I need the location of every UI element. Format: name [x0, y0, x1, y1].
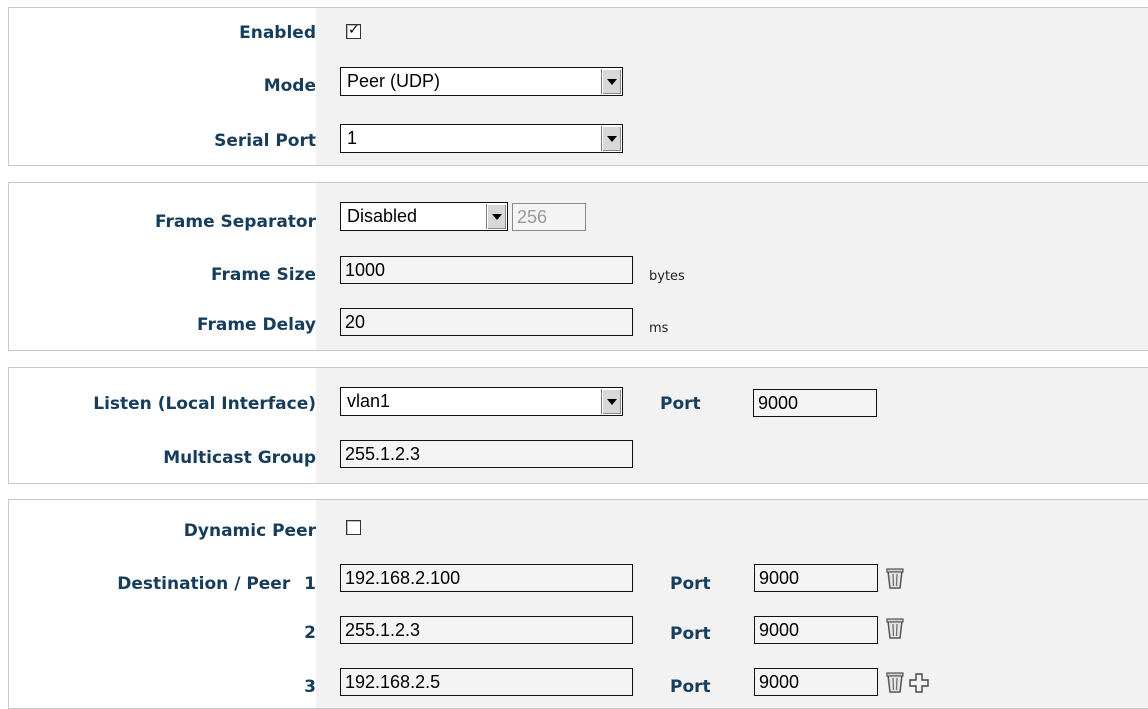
chevron-down-icon — [601, 126, 621, 151]
dynamic-peer-checkbox[interactable] — [346, 520, 361, 535]
peer-address-input[interactable]: 255.1.2.3 — [340, 616, 633, 644]
listen-port-input[interactable]: 9000 — [753, 389, 877, 417]
peer-index-2: 2 — [304, 623, 316, 643]
framing-section: Frame Separator Frame Size Frame Delay D… — [8, 182, 1148, 351]
listen-interface-select[interactable]: vlan1 — [340, 387, 623, 416]
general-section: Enabled Mode Serial Port ✓ Peer (UDP) 1 — [8, 7, 1148, 166]
mode-select[interactable]: Peer (UDP) — [340, 67, 623, 96]
frame-separator-label: Frame Separator — [154, 212, 316, 232]
listen-section: Listen (Local Interface) Multicast Group… — [8, 367, 1148, 484]
chevron-down-icon — [486, 204, 506, 229]
peer-port-input[interactable]: 9000 — [754, 564, 878, 592]
enabled-checkbox[interactable]: ✓ — [346, 22, 361, 39]
mode-label: Mode — [263, 76, 316, 96]
frame-delay-label: Frame Delay — [196, 315, 316, 335]
peer-port-label: Port — [670, 574, 711, 594]
checkmark-icon: ✓ — [348, 22, 360, 38]
frame-separator-char-input[interactable]: 256 — [512, 203, 586, 231]
chevron-down-icon — [601, 69, 621, 94]
peers-section: Dynamic Peer Destination / Peer 1 2 3 19… — [8, 499, 1148, 709]
frame-size-label: Frame Size — [210, 265, 316, 285]
peer-index-1: 1 — [304, 574, 316, 594]
frame-size-input[interactable]: 1000 — [340, 256, 633, 284]
multicast-group-label: Multicast Group — [163, 448, 316, 468]
peer-address-input[interactable]: 192.168.2.100 — [340, 564, 633, 592]
listen-interface-label: Listen (Local Interface) — [93, 394, 316, 414]
serial-port-label: Serial Port — [214, 131, 316, 151]
serial-port-select[interactable]: 1 — [340, 124, 623, 153]
plus-icon[interactable] — [908, 672, 930, 694]
peer-index-3: 3 — [304, 677, 316, 697]
listen-port-label: Port — [660, 394, 701, 414]
destination-peer-label: Destination / Peer 1 — [117, 574, 316, 594]
trash-icon[interactable] — [885, 670, 905, 694]
peer-port-input[interactable]: 9000 — [754, 668, 878, 696]
enabled-label: Enabled — [239, 23, 316, 43]
frame-delay-unit: ms — [649, 321, 669, 336]
frame-size-unit: bytes — [649, 269, 685, 284]
frame-delay-input[interactable]: 20 — [340, 308, 633, 336]
chevron-down-icon — [601, 389, 621, 414]
peer-port-input[interactable]: 9000 — [754, 616, 878, 644]
peer-port-label: Port — [670, 624, 711, 644]
frame-separator-select[interactable]: Disabled — [340, 202, 508, 231]
multicast-group-input[interactable]: 255.1.2.3 — [340, 440, 633, 468]
peer-port-label: Port — [670, 677, 711, 697]
trash-icon[interactable] — [885, 616, 905, 640]
peer-address-input[interactable]: 192.168.2.5 — [340, 668, 633, 696]
trash-icon[interactable] — [885, 566, 905, 590]
dynamic-peer-label: Dynamic Peer — [183, 521, 316, 541]
